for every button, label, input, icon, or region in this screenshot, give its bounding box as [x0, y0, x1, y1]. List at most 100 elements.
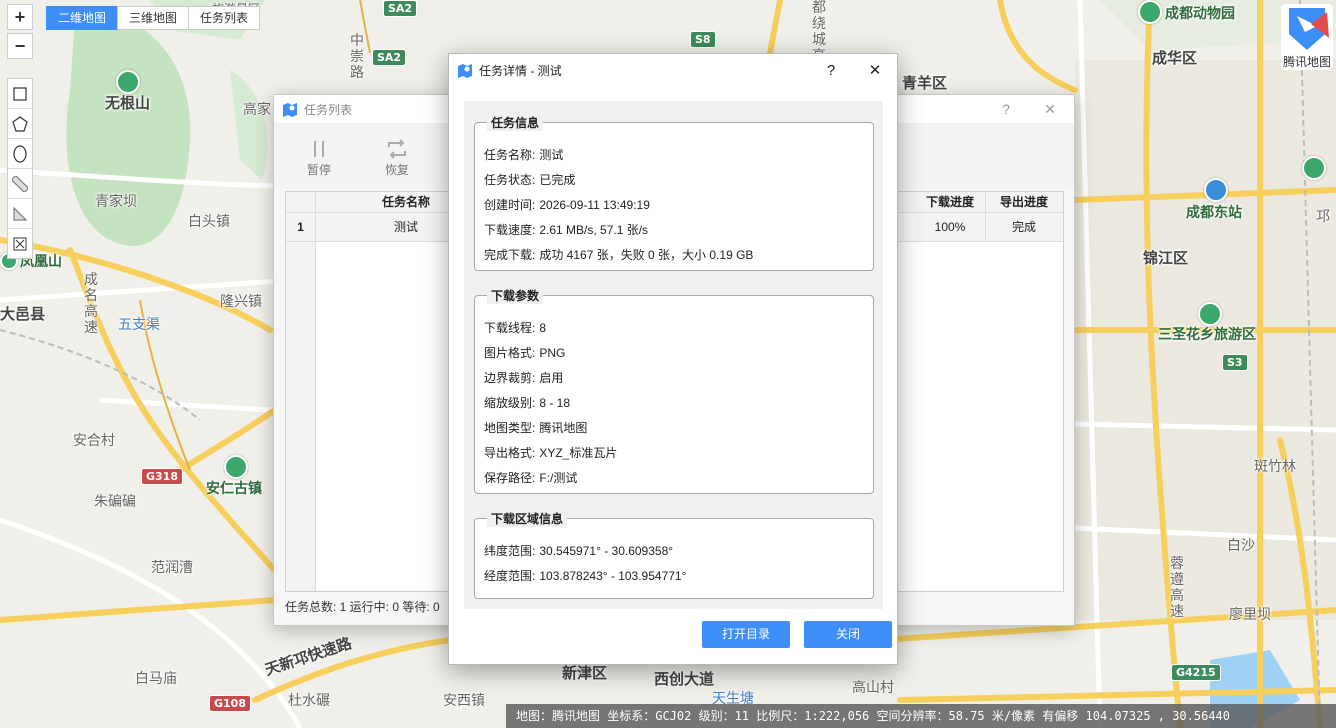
map-label: 大邑县 — [0, 305, 46, 323]
info-line: 任务状态: 已完成 — [484, 173, 576, 187]
area-line: 纬度范围: 30.545971° - 30.609358° — [484, 544, 674, 558]
resume-icon — [388, 139, 406, 159]
map-label: 杜水碾 — [288, 693, 330, 709]
station-poi-icon — [1204, 178, 1228, 202]
area-line: 经度范围: 103.878243° - 103.954771° — [484, 569, 687, 583]
ellipse-tool-icon[interactable] — [8, 139, 32, 169]
road-shield: G108 — [209, 695, 251, 712]
map-label: 成都东站 — [1186, 205, 1242, 221]
help-button[interactable]: ? — [984, 95, 1028, 123]
map-label: 锦江区 — [1143, 249, 1189, 267]
tab-task-list[interactable]: 任务列表 — [188, 6, 261, 30]
road-shield: SA2 — [372, 49, 407, 66]
download-params-group: 下载参数 下载线程: 8 图片格式: PNG 边界裁剪: 启用 缩放级别: 8 - 18… — [474, 287, 874, 494]
road-shield: G4215 — [1171, 664, 1221, 681]
map-label: 三圣花乡旅游区 — [1158, 327, 1256, 343]
dialog-body: 任务信息 任务名称: 测试 任务状态: 已完成 创建时间: 2026-09-11 13… — [464, 101, 883, 609]
map-app-icon — [283, 103, 297, 117]
info-line: 任务名称: 测试 — [484, 148, 564, 162]
tab-2d-map[interactable]: 二维地图 — [46, 6, 119, 30]
map-app-icon — [458, 64, 472, 78]
map-label: 西创大道 — [654, 670, 715, 688]
map-label: 中崇路 — [350, 33, 364, 81]
park-poi-icon — [1302, 156, 1326, 180]
row-header-column — [286, 213, 316, 591]
map-label: 斑竹林 — [1254, 459, 1296, 475]
ruler-tool-icon[interactable] — [8, 169, 32, 199]
tab-3d-map[interactable]: 三维地图 — [117, 6, 190, 30]
map-label: 五支渠 — [118, 317, 160, 333]
open-directory-button[interactable]: 打开目录 — [702, 621, 790, 648]
map-label: 白马庙 — [135, 671, 177, 687]
header-index — [286, 192, 316, 212]
zoom-out-button[interactable]: − — [7, 33, 33, 59]
group-title: 任务信息 — [487, 114, 544, 131]
info-line: 创建时间: 2026-09-11 13:49:19 — [484, 198, 650, 212]
road-shield: SA2 — [383, 0, 418, 17]
logo-label: 腾讯地图 — [1282, 55, 1331, 69]
row-index: 1 — [286, 213, 316, 241]
map-label: 新津区 — [562, 664, 608, 682]
info-line: 完成下载: 成功 4167 张，失败 0 张，大小 0.19 GB — [484, 248, 754, 262]
param-line: 保存路径: F:/测试 — [484, 471, 578, 485]
pause-label: 暂停 — [306, 163, 331, 177]
map-label: 白沙 — [1227, 538, 1255, 554]
map-label: 隆兴镇 — [220, 294, 262, 310]
status-bar: 地图：腾讯地图 坐标系：GCJ02 级别：11 比例尺：1:222,056 空间… — [506, 704, 1336, 728]
map-label: 高山村 — [852, 680, 894, 696]
tencent-map-logo: 腾讯地图 — [1281, 4, 1333, 70]
map-label: 蓉遵高速 — [1170, 556, 1184, 620]
road-shield: G318 — [141, 468, 183, 485]
window-title: 任务列表 — [304, 102, 353, 117]
resume-label: 恢复 — [384, 163, 409, 177]
park-poi-icon — [1198, 302, 1222, 326]
camera-poi-icon — [224, 455, 248, 479]
help-button[interactable]: ? — [811, 54, 851, 86]
park-poi-icon — [1138, 0, 1162, 24]
task-summary: 任务总数: 1 运行中: 0 等待: 0 — [285, 600, 440, 614]
header-download-progress: 下载进度 — [915, 192, 986, 212]
map-label: 朱碥碥 — [94, 494, 136, 510]
map-label: 无根山 — [105, 94, 151, 112]
road-shield: S3 — [1222, 354, 1248, 371]
close-button[interactable]: ✕ — [1028, 95, 1072, 123]
road-shield: S8 — [690, 31, 716, 48]
row-export-progress: 完成 — [986, 213, 1062, 241]
pause-button[interactable]: 暂停 — [297, 137, 341, 178]
tencent-map-logo-icon — [1289, 8, 1329, 50]
resume-button[interactable]: 恢复 — [375, 137, 419, 178]
info-line: 下载速度: 2.61 MB/s, 57.1 张/s — [484, 223, 649, 237]
polygon-tool-icon[interactable] — [8, 109, 32, 139]
clear-tool-icon[interactable] — [8, 229, 32, 258]
rectangle-tool-icon[interactable] — [8, 79, 32, 109]
map-label: 青羊区 — [902, 74, 948, 92]
task-info-group: 任务信息 任务名称: 测试 任务状态: 已完成 创建时间: 2026-09-11 13… — [474, 114, 874, 271]
map-label: 安合村 — [73, 433, 115, 449]
task-detail-dialog: 任务详情 - 测试 ? ✕ 任务信息 任务名称: 测试 任务状态: 已完成 创建时间… — [448, 53, 898, 665]
map-label: 高家 — [243, 102, 271, 118]
pause-icon — [314, 141, 324, 157]
view-tabs: 二维地图 三维地图 任务列表 — [46, 6, 261, 30]
zoom-in-button[interactable]: + — [7, 4, 33, 30]
map-label: 廖里坝 — [1229, 607, 1271, 623]
map-label: 安仁古镇 — [206, 481, 262, 497]
camera-poi-icon — [116, 70, 140, 94]
close-button[interactable]: ✕ — [855, 54, 895, 86]
close-dialog-button[interactable]: 关闭 — [804, 621, 892, 648]
param-line: 边界裁剪: 启用 — [484, 371, 564, 385]
map-label: 范润漕 — [151, 560, 193, 576]
map-label: 青家坝 — [95, 194, 137, 210]
map-label: 白头镇 — [188, 214, 230, 230]
header-export-progress: 导出进度 — [999, 195, 1048, 209]
angle-tool-icon[interactable] — [8, 199, 32, 229]
map-label: 邛 — [1316, 209, 1330, 225]
param-line: 地图类型: 腾讯地图 — [484, 421, 588, 435]
dialog-titlebar: 任务详情 - 测试 ? ✕ — [449, 54, 897, 86]
map-label: 成名高速 — [84, 272, 98, 336]
area-info-group: 下载区域信息 纬度范围: 30.545971° - 30.609358° 经度范围… — [474, 510, 874, 599]
dialog-title: 任务详情 - 测试 — [479, 63, 562, 78]
param-line: 导出格式: XYZ_标准瓦片 — [484, 446, 618, 460]
row-download-progress: 100% — [915, 213, 986, 241]
map-label: 成华区 — [1152, 49, 1198, 67]
draw-toolbar — [7, 78, 33, 259]
